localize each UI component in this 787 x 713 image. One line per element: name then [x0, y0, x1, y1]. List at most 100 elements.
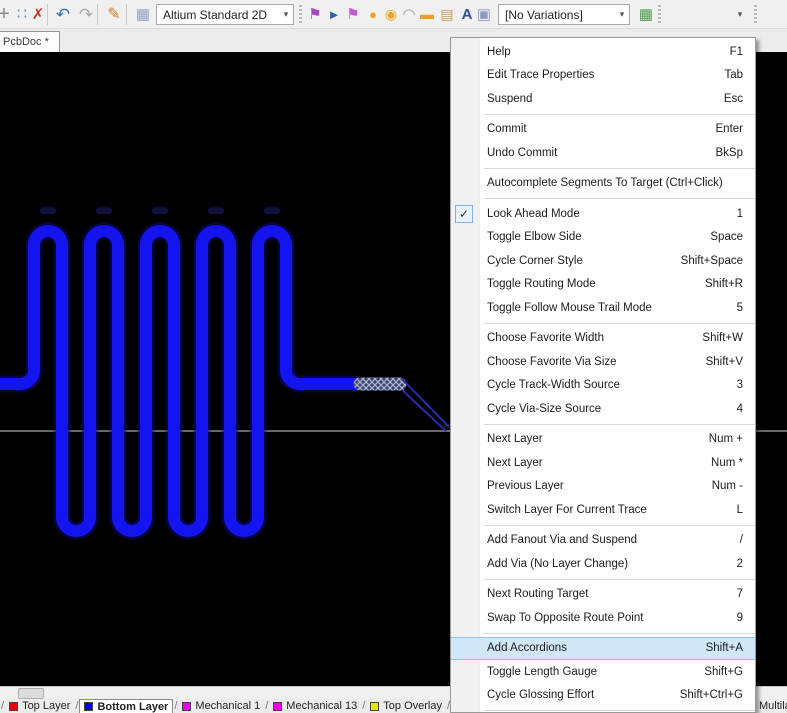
menu-item-commit[interactable]: CommitEnter — [451, 118, 755, 142]
menu-item-toggle-follow-mouse-trail-mode[interactable]: Toggle Follow Mouse Trail Mode5 — [451, 296, 755, 320]
menu-separator — [484, 114, 755, 115]
menu-separator — [484, 633, 755, 634]
menu-item-label: Undo Commit — [487, 147, 716, 159]
menu-item-label: Commit — [487, 123, 716, 135]
menu-item-shortcut: Esc — [724, 93, 743, 105]
view-configuration-select[interactable]: Altium Standard 2D▾ — [156, 4, 294, 25]
toolbar-separator — [299, 5, 302, 24]
route-multi-icon[interactable]: ⚑ — [343, 0, 363, 29]
menu-item-label: Choose Favorite Via Size — [487, 356, 706, 368]
pad-icon[interactable]: ▤ — [437, 0, 457, 29]
menu-item-shortcut: Num - — [712, 480, 743, 492]
menu-item-undo-commit[interactable]: Undo CommitBkSp — [451, 141, 755, 165]
menu-item-label: Next Layer — [487, 457, 711, 469]
menu-item-label: Autocomplete Segments To Target (Ctrl+Cl… — [487, 177, 743, 189]
menu-item-label: Cycle Glossing Effort — [487, 689, 680, 701]
menu-item-look-ahead-mode[interactable]: ✓Look Ahead Mode1 — [451, 202, 755, 226]
routing-context-menu: HelpF1Edit Trace PropertiesTabSuspendEsc… — [450, 37, 756, 713]
undo-icon[interactable]: ↶ — [53, 0, 73, 29]
layer-tab-mechanical-13[interactable]: Mechanical 13 — [269, 699, 361, 713]
menu-item-edit-trace-properties[interactable]: Edit Trace PropertiesTab — [451, 64, 755, 88]
menu-separator — [484, 323, 755, 324]
menu-item-label: Switch Layer For Current Trace — [487, 504, 737, 516]
pin-icon[interactable]: ◉ — [381, 0, 401, 29]
menu-item-next-routing-target[interactable]: Next Routing Target7 — [451, 583, 755, 607]
menu-item-next-layer[interactable]: Next LayerNum + — [451, 428, 755, 452]
menu-item-autocomplete-segments-to-target-ctrl-click[interactable]: Autocomplete Segments To Target (Ctrl+Cl… — [451, 172, 755, 196]
menu-item-toggle-routing-mode[interactable]: Toggle Routing ModeShift+R — [451, 273, 755, 297]
menu-item-shortcut: Shift+W — [702, 332, 743, 344]
menu-item-suspend[interactable]: SuspendEsc — [451, 87, 755, 111]
layer-color-swatch — [9, 702, 18, 711]
menu-item-label: Next Routing Target — [487, 588, 737, 600]
route-cursor-icon[interactable]: ► — [324, 0, 344, 29]
horizontal-scrollbar-thumb[interactable] — [18, 688, 44, 699]
menu-separator — [484, 168, 755, 169]
chevron-down-icon: ▾ — [279, 9, 293, 20]
menu-item-add-via-no-layer-change[interactable]: Add Via (No Layer Change)2 — [451, 552, 755, 576]
menu-item-label: Choose Favorite Width — [487, 332, 702, 344]
layer-color-swatch — [273, 702, 282, 711]
component-icon[interactable]: ▣ — [474, 0, 494, 29]
menu-item-add-fanout-via-and-suspend[interactable]: Add Fanout Via and Suspend/ — [451, 529, 755, 553]
menu-separator — [484, 424, 755, 425]
menu-item-cycle-track-width-source[interactable]: Cycle Track-Width Source3 — [451, 374, 755, 398]
variant-select[interactable]: [No Variations]▾ — [498, 4, 630, 25]
menu-item-add-accordions[interactable]: Add AccordionsShift+A — [451, 637, 755, 661]
menu-item-shortcut: Shift+V — [706, 356, 743, 368]
pen-icon[interactable]: ✎ — [104, 0, 124, 29]
document-tab-pcbdoc[interactable]: PcbDoc * — [0, 31, 60, 52]
menu-item-switch-layer-for-current-trace[interactable]: Switch Layer For Current TraceL — [451, 498, 755, 522]
extra-select[interactable]: ▾ — [664, 4, 748, 25]
menu-item-cycle-corner-style[interactable]: Cycle Corner StyleShift+Space — [451, 249, 755, 273]
menu-item-shortcut: F1 — [730, 46, 743, 58]
menu-item-cycle-via-size-source[interactable]: Cycle Via-Size Source4 — [451, 397, 755, 421]
interactive-route-icon[interactable]: ⚑ — [305, 0, 325, 29]
variant-chip-icon[interactable]: ▦ — [636, 0, 656, 29]
toolbar-separator — [658, 5, 661, 24]
layer-tab-label: Multilayer — [759, 700, 787, 712]
menu-item-label: Help — [487, 46, 730, 58]
main-toolbar: +∷✗↶↷✎▦Altium Standard 2D▾⚑►⚑●◉◠▬▤A▣[No … — [0, 0, 787, 29]
menu-item-toggle-length-gauge[interactable]: Toggle Length GaugeShift+G — [451, 660, 755, 684]
menu-item-label: Suspend — [487, 93, 724, 105]
chevron-down-icon: ▾ — [732, 9, 748, 20]
layer-tab-top-overlay[interactable]: Top Overlay — [366, 699, 446, 713]
layer-tab-mechanical-1[interactable]: Mechanical 1 — [178, 699, 264, 713]
toolbar-separator — [97, 4, 98, 25]
menu-item-toggle-elbow-side[interactable]: Toggle Elbow SideSpace — [451, 226, 755, 250]
menu-item-cycle-glossing-effort[interactable]: Cycle Glossing EffortShift+Ctrl+G — [451, 684, 755, 708]
layer-tab-label: Mechanical 13 — [286, 700, 357, 712]
menu-item-label: Toggle Routing Mode — [487, 278, 705, 290]
fill-icon[interactable]: ▬ — [417, 0, 437, 29]
menu-item-previous-layer[interactable]: Previous LayerNum - — [451, 475, 755, 499]
clear-errors-icon[interactable]: ✗ — [28, 0, 48, 29]
menu-item-shortcut: / — [740, 534, 743, 546]
menu-item-shortcut: Space — [710, 231, 743, 243]
view-configuration-select-value: Altium Standard 2D — [157, 8, 279, 22]
menu-item-choose-favorite-width[interactable]: Choose Favorite WidthShift+W — [451, 327, 755, 351]
menu-item-shortcut: Num + — [709, 433, 743, 445]
layer-color-swatch — [370, 702, 379, 711]
menu-item-choose-favorite-via-size[interactable]: Choose Favorite Via SizeShift+V — [451, 350, 755, 374]
arc-icon[interactable]: ◠ — [399, 0, 419, 29]
menu-item-help[interactable]: HelpF1 — [451, 40, 755, 64]
toolbar-separator — [126, 4, 127, 25]
board-filter-icon[interactable]: ▦ — [133, 0, 153, 29]
redo-icon[interactable]: ↷ — [76, 0, 96, 29]
menu-item-shortcut: Shift+G — [704, 666, 743, 678]
via-icon[interactable]: ● — [363, 0, 383, 29]
menu-item-label: Look Ahead Mode — [487, 208, 737, 220]
menu-item-shortcut: 5 — [737, 302, 743, 314]
menu-item-next-layer[interactable]: Next LayerNum * — [451, 451, 755, 475]
menu-item-shortcut: L — [737, 504, 743, 516]
menu-item-shortcut: Tab — [724, 69, 743, 81]
layer-tab-top-layer[interactable]: Top Layer — [5, 699, 74, 713]
chevron-down-icon: ▾ — [615, 9, 629, 20]
menu-item-swap-to-opposite-route-point[interactable]: Swap To Opposite Route Point9 — [451, 606, 755, 630]
menu-item-label: Cycle Track-Width Source — [487, 379, 737, 391]
layer-tab-label: Top Overlay — [383, 700, 442, 712]
menu-item-label: Previous Layer — [487, 480, 712, 492]
layer-tab-bottom-layer[interactable]: Bottom Layer — [79, 699, 173, 713]
menu-item-label: Toggle Follow Mouse Trail Mode — [487, 302, 737, 314]
